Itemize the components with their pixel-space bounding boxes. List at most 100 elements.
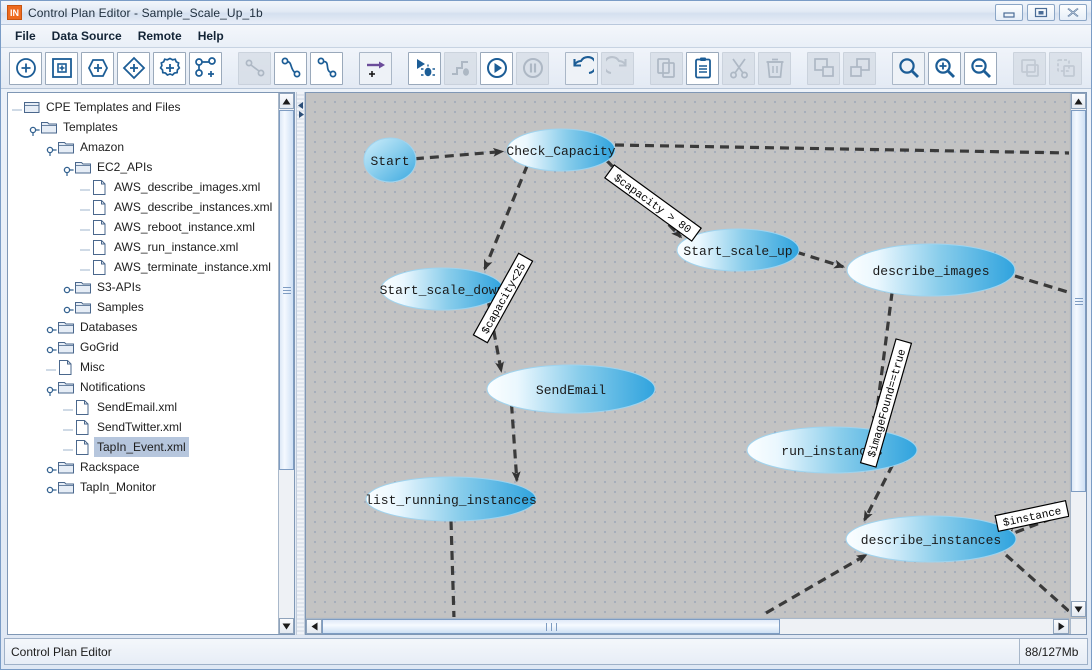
tree-item[interactable]: Rackspace [12, 457, 278, 477]
divider-collapse-right-button[interactable] [298, 105, 304, 118]
diagram-edge-partial[interactable] [449, 520, 456, 617]
diagram-node[interactable]: SendEmail [486, 364, 656, 414]
diagram-edge[interactable] [483, 164, 529, 271]
tree-toggle-handle[interactable] [46, 382, 57, 396]
copy-button[interactable] [650, 51, 683, 85]
add-transition-button[interactable] [359, 51, 392, 85]
paste-button[interactable] [686, 51, 719, 85]
diagram-node[interactable]: Start [363, 137, 417, 183]
canvas-scroll-thumb-horizontal[interactable] [322, 619, 780, 634]
step-debug-button[interactable] [444, 51, 477, 85]
straight-link-button[interactable] [238, 51, 271, 85]
diagram-canvas[interactable]: Start Check_Capacity Start_scale_up Start_s… [306, 93, 1069, 617]
tree-item[interactable]: AWS_terminate_instance.xml [12, 257, 278, 277]
ungroup-button[interactable] [1049, 51, 1082, 85]
tree-scroll-down-button[interactable] [279, 618, 294, 634]
delete-button[interactable] [758, 51, 791, 85]
zoom-out-button[interactable] [964, 51, 997, 85]
canvas-vertical-scrollbar[interactable] [1070, 93, 1086, 617]
diagram-edge[interactable] [414, 147, 505, 161]
diagram-edge[interactable] [863, 464, 895, 522]
tree-scroll-up-button[interactable] [279, 93, 294, 109]
canvas-scroll-thumb-vertical[interactable] [1071, 110, 1086, 492]
tree-item[interactable]: TapIn_Event.xml [12, 437, 278, 457]
circle-plus-node-button[interactable] [9, 51, 42, 85]
diagram-edge-partial[interactable] [614, 143, 1069, 155]
menu-help[interactable]: Help [190, 27, 232, 45]
tree-toggle-handle[interactable] [46, 462, 57, 473]
tree-scroll-thumb[interactable] [279, 110, 294, 470]
tree-toggle-handle[interactable] [63, 162, 74, 176]
minimize-button[interactable] [995, 4, 1023, 21]
tree-item[interactable]: AWS_describe_images.xml [12, 177, 278, 197]
tree-item[interactable]: AWS_describe_instances.xml [12, 197, 278, 217]
menu-file[interactable]: File [7, 27, 44, 45]
menu-remote[interactable]: Remote [130, 27, 190, 45]
tree-item[interactable]: TapIn_Monitor [12, 477, 278, 497]
redo-button[interactable] [601, 51, 634, 85]
edge-label[interactable]: $capacity > 80 [604, 164, 702, 242]
group-button[interactable] [1013, 51, 1046, 85]
diagram-node[interactable]: describe_images [846, 243, 1016, 297]
curved-link-button[interactable] [310, 51, 343, 85]
tree-item[interactable]: AWS_run_instance.xml [12, 237, 278, 257]
tree-vertical-scrollbar[interactable] [278, 93, 294, 634]
tree-item[interactable]: Samples [12, 297, 278, 317]
tree-toggle-handle[interactable] [46, 342, 57, 353]
diamond-plus-node-button[interactable] [117, 51, 150, 85]
maximize-button[interactable] [1027, 4, 1055, 21]
diagram-edge-partial[interactable] [765, 553, 867, 615]
square-plus-node-button[interactable] [45, 51, 78, 85]
tree-toggle-handle[interactable] [63, 282, 74, 293]
split-pane-divider[interactable] [296, 92, 305, 635]
menu-data-source[interactable]: Data Source [44, 27, 130, 45]
diagram-edge[interactable] [795, 250, 846, 269]
tree-toggle-handle[interactable] [46, 482, 57, 493]
tree-toggle-handle[interactable] [29, 122, 40, 136]
cloud-plus-node-button[interactable] [153, 51, 186, 85]
tree-item[interactable]: AWS_reboot_instance.xml [12, 217, 278, 237]
hexagon-plus-node-button[interactable] [81, 51, 114, 85]
diagram-edge-partial[interactable] [1004, 553, 1069, 614]
tree-item[interactable]: Notifications [12, 377, 278, 397]
tree-item[interactable]: GoGrid [12, 337, 278, 357]
diagram-edge-partial[interactable] [1014, 274, 1069, 295]
add-graph-node-button[interactable] [189, 51, 222, 85]
canvas-scroll-right-button[interactable] [1053, 619, 1069, 634]
canvas-scroll-left-button[interactable] [306, 619, 322, 634]
close-button[interactable] [1059, 4, 1087, 21]
tree-item[interactable]: SendTwitter.xml [12, 417, 278, 437]
tree-toggle-handle[interactable] [46, 322, 57, 333]
tree-item[interactable]: S3-APIs [12, 277, 278, 297]
run-button[interactable] [480, 51, 513, 85]
template-tree[interactable]: CPE Templates and Files Templates Amazon EC… [8, 93, 278, 634]
diagram-node[interactable]: run_instances [746, 426, 918, 474]
cut-button[interactable] [722, 51, 755, 85]
tree-item[interactable]: Databases [12, 317, 278, 337]
diagram-node[interactable]: describe_instances [845, 515, 1017, 563]
tree-item[interactable]: Amazon [12, 137, 278, 157]
undo-button[interactable] [565, 51, 598, 85]
zoom-in-button[interactable] [928, 51, 961, 85]
canvas-horizontal-scrollbar[interactable] [306, 618, 1069, 634]
tree-item[interactable]: EC2_APIs [12, 157, 278, 177]
zoom-fit-button[interactable] [892, 51, 925, 85]
tree-item[interactable]: Misc [12, 357, 278, 377]
tree-item[interactable]: Templates [12, 117, 278, 137]
pause-button[interactable] [516, 51, 549, 85]
diagram-node[interactable]: Start_scale_down [380, 267, 505, 311]
bring-to-front-button[interactable] [807, 51, 840, 85]
divider-collapse-left-button[interactable] [298, 96, 304, 109]
tree-toggle-handle[interactable] [63, 302, 74, 313]
tree-item[interactable]: CPE Templates and Files [12, 97, 278, 117]
diagram-node[interactable]: Check_Capacity [506, 128, 616, 172]
diagram-node[interactable]: list_running_instances [365, 476, 537, 522]
tree-item[interactable]: SendEmail.xml [12, 397, 278, 417]
debug-run-button[interactable] [408, 51, 441, 85]
canvas-scroll-up-button[interactable] [1071, 93, 1086, 109]
orthogonal-link-button[interactable] [274, 51, 307, 85]
tree-toggle-handle[interactable] [46, 142, 57, 156]
send-to-back-button[interactable] [843, 51, 876, 85]
diagram-edge[interactable] [509, 404, 521, 483]
canvas-scroll-down-button[interactable] [1071, 601, 1086, 617]
